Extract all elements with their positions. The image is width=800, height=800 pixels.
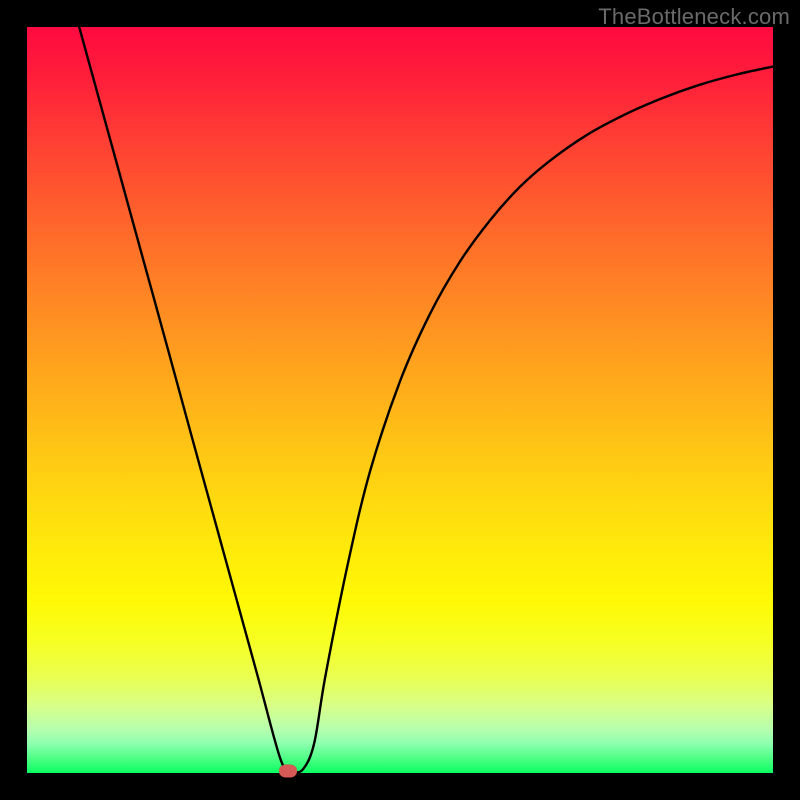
bottleneck-curve xyxy=(27,27,773,773)
chart-frame: TheBottleneck.com xyxy=(0,0,800,800)
optimum-marker xyxy=(279,764,297,777)
plot-area xyxy=(27,27,773,773)
watermark-text: TheBottleneck.com xyxy=(598,4,790,30)
